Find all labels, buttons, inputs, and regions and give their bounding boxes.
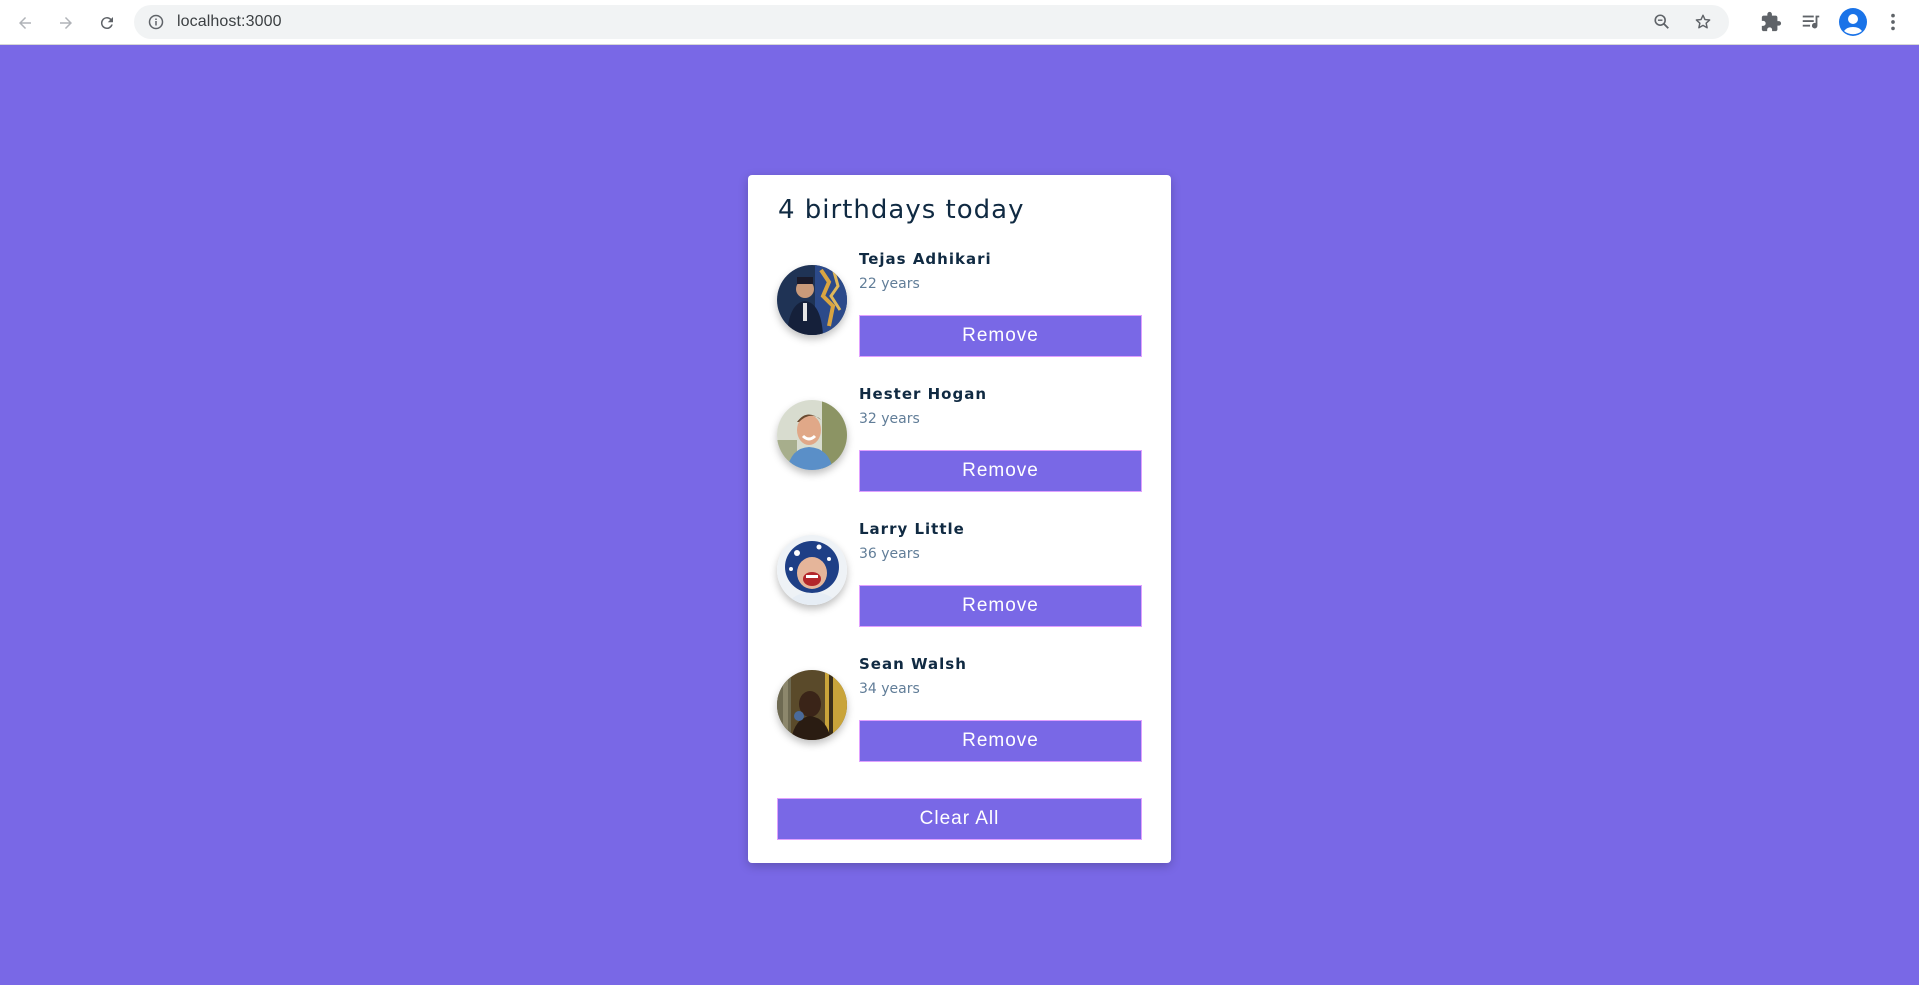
- address-bar[interactable]: localhost:3000: [134, 5, 1729, 39]
- avatar: [777, 265, 847, 335]
- birthday-card: 4 birthdays today Tejas Adhikari 22 year…: [748, 175, 1171, 863]
- person-name: Tejas Adhikari: [859, 250, 992, 268]
- avatar-photo: [777, 535, 847, 605]
- forward-button[interactable]: [53, 10, 79, 36]
- url-text[interactable]: localhost:3000: [177, 13, 282, 31]
- reload-button[interactable]: [94, 10, 120, 36]
- star-icon[interactable]: [1694, 13, 1712, 31]
- avatar-photo: [777, 265, 847, 335]
- clear-all-button[interactable]: Clear All: [777, 798, 1142, 840]
- zoom-icon[interactable]: [1653, 13, 1671, 31]
- avatar: [777, 400, 847, 470]
- info-icon[interactable]: [148, 14, 164, 30]
- list-item: Tejas Adhikari 22 years Remove: [777, 250, 1142, 370]
- avatar-photo: [777, 670, 847, 740]
- person-age: 22 years: [859, 276, 920, 292]
- remove-button[interactable]: Remove: [859, 450, 1142, 492]
- person-age: 34 years: [859, 681, 920, 697]
- page-title: 4 birthdays today: [778, 195, 1025, 225]
- avatar-photo: [777, 400, 847, 470]
- reload-icon: [100, 17, 113, 30]
- extensions-icon: [1761, 11, 1782, 32]
- browser-toolbar: localhost:3000: [0, 0, 1919, 45]
- list-item: Sean Walsh 34 years Remove: [777, 655, 1142, 775]
- list-item: Larry Little 36 years Remove: [777, 520, 1142, 640]
- media-button[interactable]: [1800, 11, 1822, 33]
- person-name: Hester Hogan: [859, 385, 988, 403]
- back-icon: [19, 17, 31, 29]
- person-age: 36 years: [859, 546, 920, 562]
- forward-icon: [60, 17, 72, 29]
- person-age: 32 years: [859, 411, 920, 427]
- menu-button[interactable]: [1882, 11, 1904, 33]
- person-name: Sean Walsh: [859, 655, 967, 673]
- avatar: [777, 670, 847, 740]
- menu-icon: [1891, 13, 1895, 31]
- remove-button[interactable]: Remove: [859, 585, 1142, 627]
- remove-button[interactable]: Remove: [859, 315, 1142, 357]
- profile-button[interactable]: [1839, 8, 1867, 36]
- avatar: [777, 535, 847, 605]
- profile-icon: [1839, 8, 1867, 36]
- media-icon: [1802, 15, 1820, 29]
- extensions-button[interactable]: [1760, 11, 1782, 33]
- list-item: Hester Hogan 32 years Remove: [777, 385, 1142, 505]
- remove-button[interactable]: Remove: [859, 720, 1142, 762]
- back-button[interactable]: [12, 10, 38, 36]
- person-name: Larry Little: [859, 520, 965, 538]
